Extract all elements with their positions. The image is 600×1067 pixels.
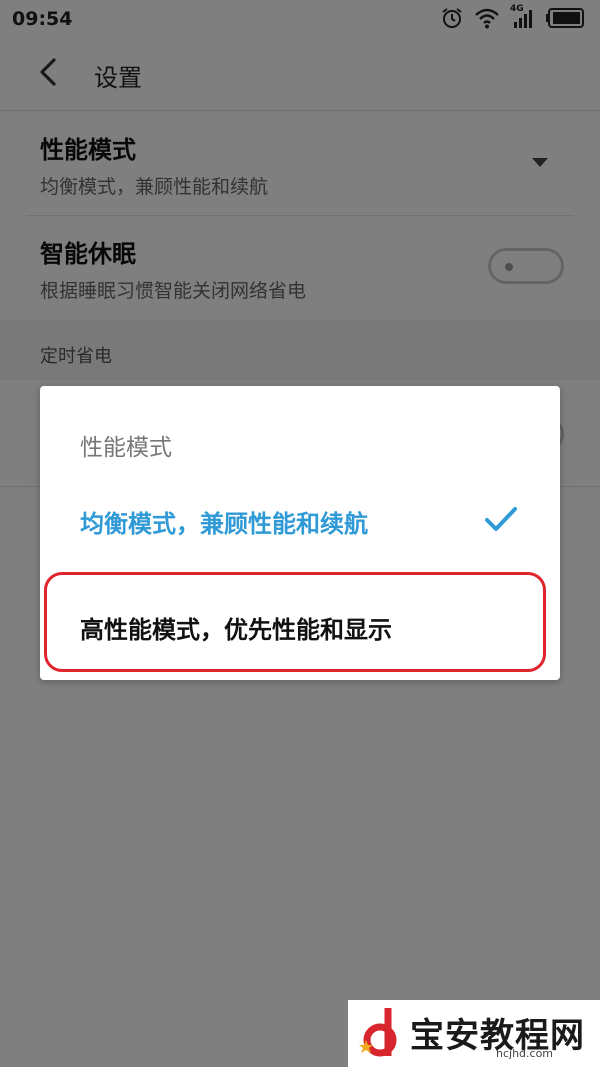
option-label: 均衡模式，兼顾性能和续航	[80, 510, 368, 538]
watermark: 宝安教程网 hcjhd.com	[348, 1000, 600, 1067]
watermark-logo-icon	[358, 1006, 406, 1062]
highlight-annotation	[44, 572, 546, 672]
watermark-url: hcjhd.com	[496, 1047, 554, 1060]
option-balanced-mode[interactable]: 均衡模式，兼顾性能和续航	[40, 478, 560, 564]
dialog-title: 性能模式	[80, 435, 172, 461]
check-icon	[484, 504, 518, 534]
settings-screen: 09:54 4G	[0, 0, 600, 1067]
